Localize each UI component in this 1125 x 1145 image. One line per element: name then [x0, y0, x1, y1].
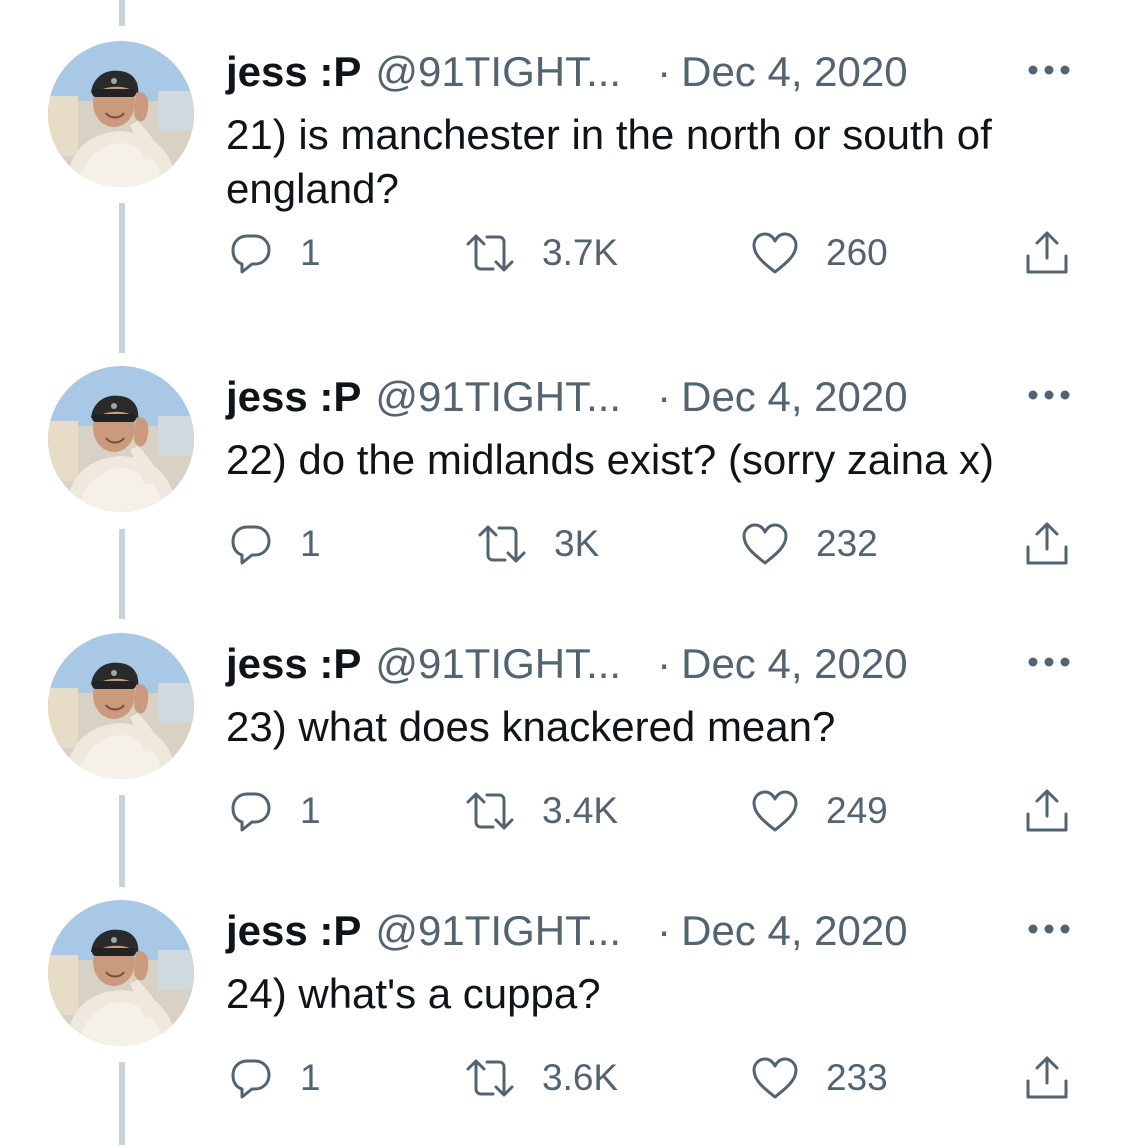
reply-count: 1	[300, 790, 321, 831]
tweet-date[interactable]: Dec 4, 2020	[681, 640, 908, 688]
avatar[interactable]	[48, 366, 194, 512]
reply-button[interactable]: 1	[228, 786, 321, 836]
heart-icon	[740, 521, 790, 567]
tweet[interactable]: jess :P @91TIGHT... · Dec 4, 2020 21) is…	[0, 0, 1125, 274]
retweet-icon	[476, 521, 528, 567]
author-handle[interactable]: @91TIGHT...	[375, 640, 621, 688]
tweet[interactable]: jess :P @91TIGHT... · Dec 4, 2020 24) wh…	[0, 859, 1125, 1126]
heart-icon	[750, 230, 800, 276]
reply-icon	[228, 788, 274, 834]
tweet-actions: 1 3.6K 233	[226, 1053, 1086, 1103]
retweet-button[interactable]: 3.6K	[464, 1053, 618, 1103]
author-handle[interactable]: @91TIGHT...	[375, 373, 621, 421]
retweet-icon	[464, 1055, 516, 1101]
more-icon[interactable]	[1026, 60, 1072, 80]
author-name[interactable]: jess :P	[226, 640, 361, 688]
author-handle[interactable]: @91TIGHT...	[375, 48, 621, 96]
separator: ·	[657, 48, 672, 95]
retweet-button[interactable]: 3K	[476, 519, 599, 569]
author-handle[interactable]: @91TIGHT...	[375, 907, 621, 955]
reply-button[interactable]: 1	[228, 519, 321, 569]
tweet-actions: 1 3K 232	[226, 519, 1086, 569]
like-count: 260	[826, 232, 888, 273]
tweet-actions: 1 3.7K 260	[226, 228, 1086, 278]
share-button[interactable]	[1022, 519, 1072, 569]
tweet-text: 21) is manchester in the north or south …	[226, 111, 992, 212]
tweet-date[interactable]: Dec 4, 2020	[681, 373, 908, 421]
share-button[interactable]	[1022, 228, 1072, 278]
tweet-actions: 1 3.4K 249	[226, 786, 1086, 836]
reply-icon	[228, 1055, 274, 1101]
share-icon	[1022, 1053, 1072, 1103]
reply-button[interactable]: 1	[228, 1053, 321, 1103]
retweet-icon	[464, 230, 516, 276]
share-button[interactable]	[1022, 786, 1072, 836]
tweet-text: 24) what's a cuppa?	[226, 970, 601, 1017]
share-icon	[1022, 228, 1072, 278]
retweet-count: 3.7K	[542, 232, 619, 273]
tweet[interactable]: jess :P @91TIGHT... · Dec 4, 2020 22) do…	[0, 325, 1125, 592]
share-icon	[1022, 786, 1072, 836]
like-button[interactable]: 249	[750, 786, 888, 836]
retweet-count: 3.4K	[542, 790, 619, 831]
tweet[interactable]: jess :P @91TIGHT... · Dec 4, 2020 23) wh…	[0, 592, 1125, 859]
like-count: 233	[826, 1057, 888, 1098]
avatar[interactable]	[48, 633, 194, 779]
retweet-count: 3K	[554, 523, 600, 564]
avatar[interactable]	[48, 41, 194, 187]
more-icon[interactable]	[1026, 385, 1072, 405]
retweet-icon	[464, 788, 516, 834]
author-name[interactable]: jess :P	[226, 373, 361, 421]
tweet-date[interactable]: Dec 4, 2020	[681, 48, 908, 96]
like-button[interactable]: 233	[750, 1053, 888, 1103]
reply-count: 1	[300, 1057, 321, 1098]
retweet-button[interactable]: 3.7K	[464, 228, 618, 278]
reply-icon	[228, 230, 274, 276]
more-icon[interactable]	[1026, 652, 1072, 672]
tweet-text: 23) what does knackered mean?	[226, 703, 836, 750]
like-button[interactable]: 260	[750, 228, 888, 278]
tweet-date[interactable]: Dec 4, 2020	[681, 907, 908, 955]
like-count: 232	[816, 523, 878, 564]
avatar[interactable]	[48, 900, 194, 1046]
separator: ·	[657, 640, 672, 687]
separator: ·	[657, 373, 672, 420]
retweet-button[interactable]: 3.4K	[464, 786, 618, 836]
reply-button[interactable]: 1	[228, 228, 321, 278]
share-button[interactable]	[1022, 1053, 1072, 1103]
more-icon[interactable]	[1026, 919, 1072, 939]
tweet-header: jess :P @91TIGHT... · Dec 4, 2020	[226, 369, 908, 425]
reply-count: 1	[300, 523, 321, 564]
tweet-header: jess :P @91TIGHT... · Dec 4, 2020	[226, 636, 908, 692]
share-icon	[1022, 519, 1072, 569]
tweet-header: jess :P @91TIGHT... · Dec 4, 2020	[226, 903, 908, 959]
author-name[interactable]: jess :P	[226, 48, 361, 96]
author-name[interactable]: jess :P	[226, 907, 361, 955]
reply-icon	[228, 521, 274, 567]
separator: ·	[657, 907, 672, 954]
tweet-text: 22) do the midlands exist? (sorry zaina …	[226, 436, 994, 483]
tweet-header: jess :P @91TIGHT... · Dec 4, 2020	[226, 44, 908, 100]
reply-count: 1	[300, 232, 321, 273]
heart-icon	[750, 1055, 800, 1101]
heart-icon	[750, 788, 800, 834]
like-button[interactable]: 232	[740, 519, 878, 569]
retweet-count: 3.6K	[542, 1057, 619, 1098]
like-count: 249	[826, 790, 888, 831]
